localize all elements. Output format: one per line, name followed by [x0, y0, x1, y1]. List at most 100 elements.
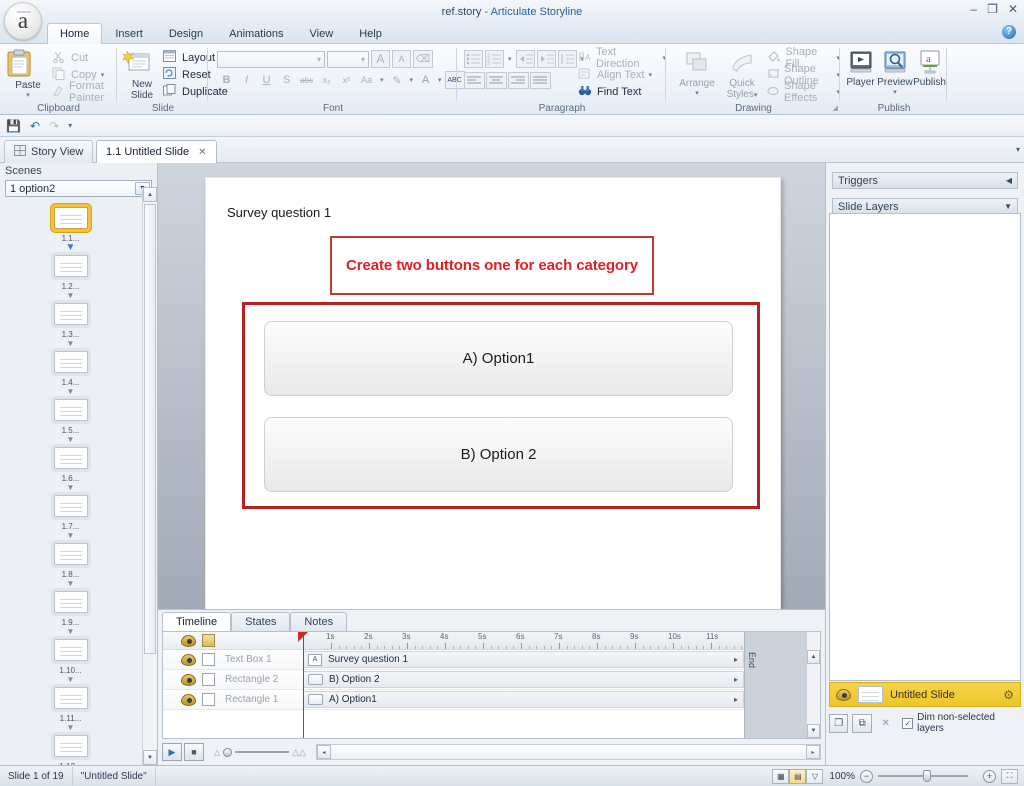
preview-caret-icon[interactable]: ▾	[877, 88, 913, 96]
font-size-combobox[interactable]: ▾	[327, 50, 369, 68]
ribbon-tab-help[interactable]: Help	[346, 23, 395, 44]
scene-thumbnail-item[interactable]: 1.4... ▼	[53, 351, 88, 399]
arrange-button[interactable]: Arrange ▾	[675, 51, 719, 97]
timeline-zoom-track[interactable]	[235, 751, 290, 753]
scene-thumbnail-item[interactable]: 1.2... ▼	[53, 255, 88, 303]
scene-thumbnail[interactable]	[53, 543, 88, 565]
scene-thumbnail[interactable]	[53, 495, 88, 517]
scenes-scroll-up-button[interactable]: ▲	[143, 187, 157, 202]
change-case-caret-icon[interactable]: ▾	[377, 76, 387, 84]
justify-button[interactable]	[530, 72, 551, 89]
scene-thumbnail[interactable]	[53, 447, 88, 469]
copy-caret-icon[interactable]: ▾	[101, 71, 105, 79]
view-story-button[interactable]: ▦	[772, 768, 790, 784]
selection-frame[interactable]: A) Option1 B) Option 2	[242, 302, 760, 509]
text-shadow-button[interactable]: S	[277, 71, 296, 89]
timeline-zoom-knob[interactable]	[223, 747, 233, 757]
timeline-bar-chevron-icon[interactable]: ▸	[734, 695, 738, 704]
scene-thumbnail-item[interactable]: 1.1... ▼	[53, 207, 88, 255]
timeline-zoom-slider[interactable]: △ △△	[214, 747, 306, 758]
numbering-button[interactable]: 123	[485, 50, 504, 68]
timeline-row-eye-icon[interactable]	[181, 653, 196, 666]
increase-indent-button[interactable]	[536, 50, 556, 68]
slide-canvas-area[interactable]: Survey question 1 Create two buttons one…	[158, 163, 826, 630]
arrange-caret-icon[interactable]: ▾	[675, 89, 719, 97]
underline-button[interactable]: U	[257, 71, 276, 89]
scene-thumbnail[interactable]	[53, 639, 88, 661]
slide-layers-list[interactable]	[829, 213, 1021, 681]
font-color-caret-icon[interactable]: ▾	[436, 76, 444, 84]
new-layer-button[interactable]: ❐	[829, 713, 849, 733]
timeline-vertical-scrollbar[interactable]: ▲ ▼	[806, 632, 820, 738]
lock-all-icon[interactable]	[202, 634, 215, 647]
timeline-tracks[interactable]: A Survey question 1 ▸ B) Option 2 ▸ A) Option…	[303, 650, 806, 738]
font-family-combobox[interactable]: ▾	[217, 50, 325, 68]
scene-selector-combobox[interactable]: 1 option2 ▼	[5, 180, 152, 197]
timeline-object-bar[interactable]: A Survey question 1 ▸	[303, 651, 744, 668]
publish-button[interactable]: a Publish	[913, 50, 946, 88]
ribbon-tab-insert[interactable]: Insert	[102, 23, 156, 44]
timeline-object-row[interactable]: Text Box 1	[163, 650, 303, 670]
close-button[interactable]: ✕	[1008, 3, 1018, 15]
tab-notes[interactable]: Notes	[290, 612, 348, 631]
ribbon-tab-view[interactable]: View	[297, 23, 347, 44]
preview-button[interactable]: Preview ▾	[877, 50, 913, 96]
timeline-row-eye-icon[interactable]	[181, 673, 196, 686]
scene-thumbnail-item[interactable]: 1.6... ▼	[53, 447, 88, 495]
align-center-button[interactable]	[486, 72, 507, 89]
scene-thumbnail-item[interactable]: 1.10... ▼	[53, 639, 88, 687]
layer-properties-gear-icon[interactable]: ⚙	[1003, 688, 1014, 702]
timeline-object-row[interactable]: Rectangle 1	[163, 690, 303, 710]
clear-formatting-button[interactable]: ⌫	[413, 50, 433, 68]
timeline-scroll-down-button[interactable]: ▼	[807, 724, 820, 738]
timeline-row-lock-checkbox[interactable]	[202, 693, 215, 706]
timeline-stop-button[interactable]: ■	[184, 743, 204, 761]
tab-slide-1-1[interactable]: 1.1 Untitled Slide ✕	[96, 140, 217, 163]
view-form-button[interactable]: ▽	[806, 768, 824, 784]
align-text-caret-icon[interactable]: ▾	[649, 71, 653, 79]
timeline-row-lock-checkbox[interactable]	[202, 653, 215, 666]
slide-layers-menu-icon[interactable]: ▼	[1004, 202, 1012, 211]
zoom-slider-knob[interactable]	[923, 770, 931, 782]
scene-thumbnail-item[interactable]: 1.8... ▼	[53, 543, 88, 591]
paste-button[interactable]: Paste ▾	[6, 49, 50, 99]
slide-canvas[interactable]: Survey question 1 Create two buttons one…	[205, 177, 781, 614]
subscript-button[interactable]: x₂	[317, 71, 336, 89]
scenes-scroll-down-button[interactable]: ▼	[143, 750, 157, 765]
superscript-button[interactable]: x²	[337, 71, 356, 89]
slide-question-title[interactable]: Survey question 1	[227, 205, 331, 220]
scene-thumbnail[interactable]	[53, 399, 88, 421]
timeline-scroll-left-button[interactable]: ◂	[317, 745, 331, 759]
scenes-scroll-thumb[interactable]	[144, 204, 156, 654]
scene-thumbnail[interactable]	[53, 735, 88, 757]
align-right-button[interactable]	[508, 72, 529, 89]
scene-thumbnail-item[interactable]: 1.12...▼	[53, 735, 88, 765]
timeline-row-lock-checkbox[interactable]	[202, 673, 215, 686]
scene-thumbnail[interactable]	[53, 207, 88, 229]
help-icon[interactable]: ?	[1002, 25, 1016, 39]
zoom-out-button[interactable]: −	[860, 769, 873, 783]
numbering-caret-icon[interactable]: ▾	[506, 55, 514, 63]
timeline-bar-chevron-icon[interactable]: ▸	[734, 655, 738, 664]
scene-thumbnail-item[interactable]: 1.9... ▼	[53, 591, 88, 639]
dim-non-selected-layers-checkbox[interactable]: ✓ Dim non-selected layers	[902, 712, 1021, 734]
delete-layer-button[interactable]: ✕	[876, 714, 895, 733]
find-text-button[interactable]: Find Text	[578, 83, 666, 100]
timeline-row-eye-icon[interactable]	[181, 693, 196, 706]
option-button-a[interactable]: A) Option1	[264, 321, 733, 396]
decrease-indent-button[interactable]	[515, 50, 535, 68]
timeline-track-area[interactable]: 1s2s3s4s5s6s7s8s9s10s11s12s13 ASurvey qu…	[298, 632, 806, 738]
layer-item-untitled-slide[interactable]: Untitled Slide ⚙	[829, 682, 1021, 707]
timeline-object-bar[interactable]: B) Option 2 ▸	[303, 671, 744, 688]
annotation-callout[interactable]: Create two buttons one for each category	[330, 236, 654, 295]
scene-thumbnail[interactable]	[53, 591, 88, 613]
change-case-button[interactable]: Aa	[357, 71, 376, 89]
text-highlight-button[interactable]: ✎	[388, 71, 407, 89]
bold-button[interactable]: B	[217, 71, 236, 89]
show-hide-all-eye-icon[interactable]	[181, 634, 196, 647]
triggers-panel-header[interactable]: Triggers ◀	[832, 172, 1018, 189]
scene-thumbnail-item[interactable]: 1.3... ▼	[53, 303, 88, 351]
italic-button[interactable]: I	[237, 71, 256, 89]
scenes-vertical-scrollbar[interactable]: ▲ ▼	[142, 187, 157, 765]
ribbon-tab-design[interactable]: Design	[156, 23, 216, 44]
